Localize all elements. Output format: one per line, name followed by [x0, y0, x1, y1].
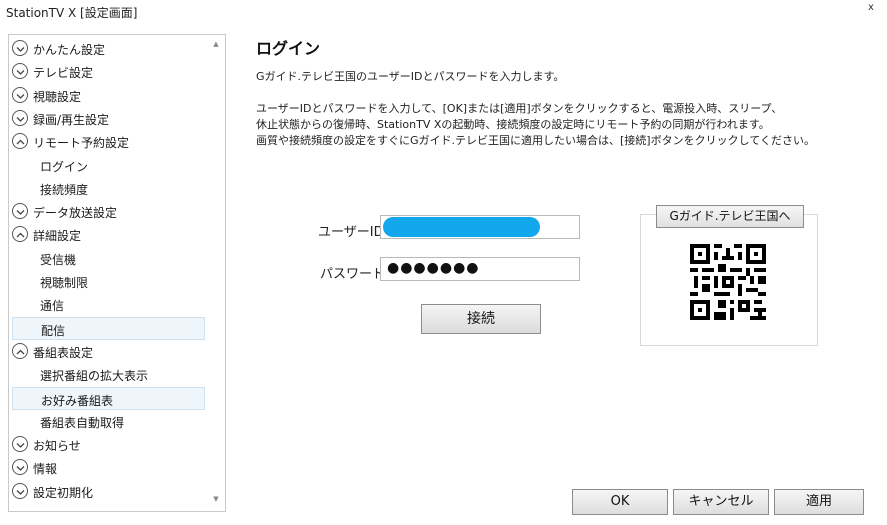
qr-code-icon — [690, 244, 766, 320]
tree-category[interactable]: 情報 — [9, 456, 205, 479]
cancel-button[interactable]: キャンセル — [673, 489, 769, 515]
apply-button[interactable]: 適用 — [774, 489, 864, 515]
tree-item-label: 視聴制限 — [40, 276, 89, 290]
g-guide-button[interactable]: Gガイド.テレビ王国へ — [656, 205, 804, 228]
tree-item-label: 録画/再生設定 — [33, 112, 110, 127]
tree-category[interactable]: データ放送設定 — [9, 200, 205, 223]
tree-subitem[interactable]: 受信機 — [9, 247, 205, 270]
tree-item-label: ログイン — [40, 159, 89, 174]
settings-tree: ▲ ▼ かんたん設定 テレビ設定視聴設定録画/再生設定リモート予約設定ログイン接続… — [8, 34, 226, 512]
close-button[interactable]: x — [859, 0, 883, 18]
tree-item-label: 通信 — [40, 299, 65, 314]
description-line-3: 画質や接続頻度の設定をすぐにGガイド.テレビ王国に適用したい場合は、[接続]ボタ… — [256, 134, 815, 147]
tree-item-label: リモート予約設定 — [33, 136, 130, 151]
tree-category[interactable]: 番組表設定 — [9, 340, 205, 363]
page-title: ログイン — [256, 39, 321, 58]
scroll-down-arrow-icon[interactable]: ▼ — [211, 495, 221, 505]
chevron-up-icon[interactable] — [12, 133, 28, 150]
tree-subitem[interactable]: お好み番組表 — [12, 386, 205, 410]
login-panel: ログイン Gガイド.テレビ王国のユーザーIDとパスワードを入力します。 ユーザー… — [240, 22, 880, 522]
description-line-2: 休止状態からの復帰時、StationTV Xの起動時、接続頻度の設定時にリモート… — [256, 118, 770, 131]
connect-button[interactable]: 接続 — [421, 304, 541, 334]
title-bar: StationTV X [設定画面] x — [0, 0, 887, 22]
tree-item-label: 詳細設定 — [33, 229, 82, 244]
tree-item-label: 選択番組の拡大表示 — [40, 369, 149, 384]
scroll-up-arrow-icon[interactable]: ▲ — [211, 40, 221, 50]
tree-item-label: お好み番組表 — [41, 393, 114, 408]
tree-item-label: テレビ設定 — [33, 66, 94, 81]
tree-item-label: 受信機 — [40, 252, 77, 267]
chevron-down-icon[interactable] — [12, 203, 28, 220]
tree-category[interactable]: リモート予約設定 — [9, 130, 205, 153]
chevron-down-icon[interactable] — [12, 86, 28, 103]
password-value: ●●●●●●● — [387, 260, 480, 276]
password-input[interactable]: ●●●●●●● — [380, 257, 580, 281]
chevron-down-icon[interactable] — [12, 40, 28, 56]
tree-item-label: 配信 — [41, 323, 66, 338]
chevron-down-icon[interactable] — [12, 109, 28, 126]
chevron-down-icon[interactable] — [12, 482, 28, 499]
tree-subitem[interactable]: 配信 — [12, 316, 205, 340]
tree-subitem[interactable]: 番組表自動取得 — [9, 410, 205, 433]
tree-subitem[interactable]: 視聴制限 — [9, 270, 205, 293]
tree-category[interactable]: テレビ設定 — [9, 60, 205, 83]
tree-item-label: データ放送設定 — [33, 206, 118, 221]
chevron-down-icon[interactable] — [12, 459, 28, 476]
user-id-input[interactable] — [380, 215, 580, 239]
chevron-up-icon[interactable] — [12, 342, 28, 359]
tree-item-label: 情報 — [33, 462, 58, 477]
chevron-down-icon[interactable] — [12, 436, 28, 453]
window-title: StationTV X [設定画面] — [6, 6, 138, 20]
tree-item-label: かんたん設定 — [33, 43, 106, 57]
intro-text: Gガイド.テレビ王国のユーザーIDとパスワードを入力します。 — [256, 70, 565, 83]
redacted-user-id — [383, 217, 540, 237]
tree-item-label: 視聴設定 — [33, 89, 82, 104]
chevron-up-icon[interactable] — [12, 226, 28, 243]
tree-category[interactable]: 視聴設定 — [9, 84, 205, 107]
tree-category[interactable]: かんたん設定 — [9, 37, 205, 60]
tree-item-label: 番組表設定 — [33, 345, 94, 360]
tree-category[interactable]: 設定初期化 — [9, 480, 205, 503]
description-line-1: ユーザーIDとパスワードを入力して、[OK]または[適用]ボタンをクリックすると… — [256, 102, 783, 115]
tree-category[interactable]: お知らせ — [9, 433, 205, 456]
tree-item-label: 接続頻度 — [40, 182, 89, 197]
tree-subitem[interactable]: 接続頻度 — [9, 177, 205, 200]
tree-item-label: 番組表自動取得 — [40, 415, 125, 430]
tree-item-label: お知らせ — [33, 439, 81, 454]
tree-item-label: 設定初期化 — [33, 485, 94, 500]
tree-category[interactable]: 詳細設定 — [9, 223, 205, 246]
tree-subitem[interactable]: ログイン — [9, 154, 205, 177]
tree-category[interactable]: 録画/再生設定 — [9, 107, 205, 130]
tree-subitem[interactable]: 選択番組の拡大表示 — [9, 363, 205, 386]
ok-button[interactable]: OK — [572, 489, 668, 515]
password-label: パスワード: — [320, 267, 390, 282]
tree-subitem[interactable]: 通信 — [9, 293, 205, 316]
user-id-label: ユーザーID: — [318, 225, 388, 240]
chevron-down-icon[interactable] — [12, 63, 28, 80]
sidebar-scrollbar[interactable]: ▲ ▼ — [207, 35, 225, 511]
